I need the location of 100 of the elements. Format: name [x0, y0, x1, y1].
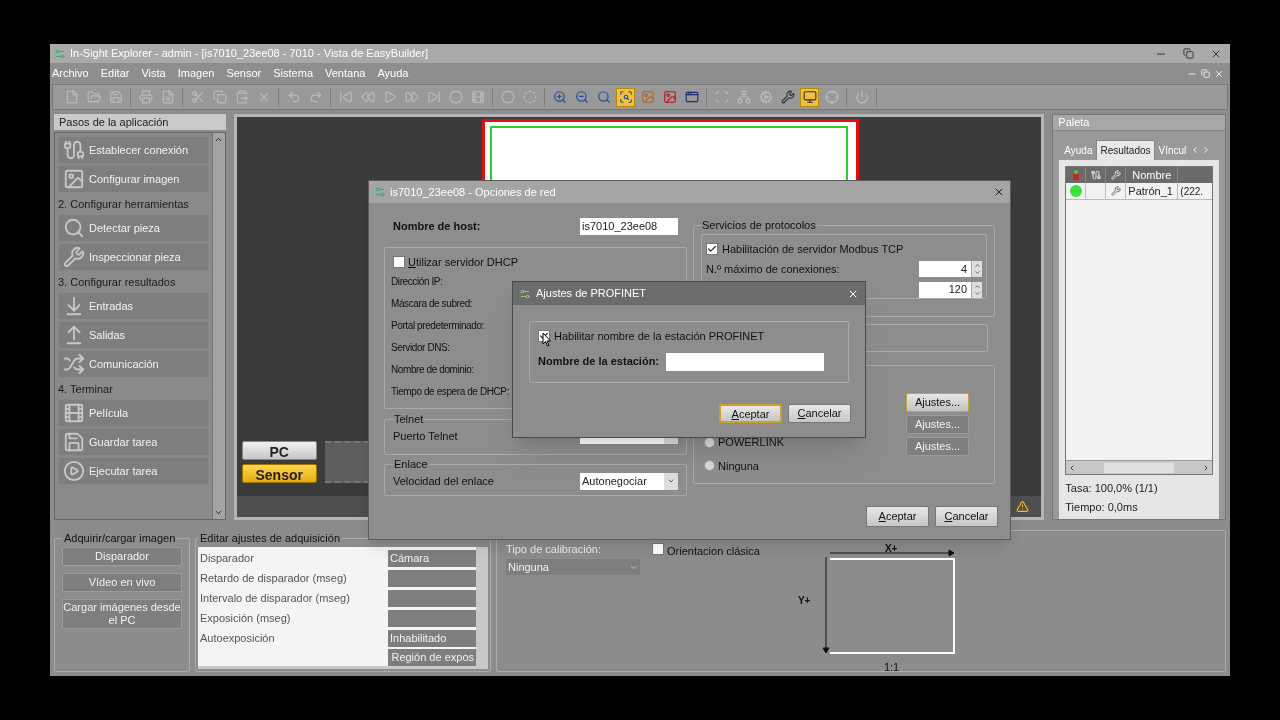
circle-icon [500, 90, 515, 104]
menu-item[interactable]: Editar [100, 65, 130, 82]
monitor-icon [802, 90, 817, 104]
property-field[interactable]: Inhabilitado [388, 630, 476, 647]
rate-text: Tasa: 100,0% (1/1) [1065, 481, 1159, 496]
play-icon [63, 460, 85, 482]
group-title: Enlace [393, 457, 429, 472]
scan-icon [714, 90, 729, 104]
group-title: Adquirir/cargar imagen [63, 531, 177, 546]
dialog-button[interactable]: Aceptar [866, 506, 929, 527]
section-heading: 2. Configurar herramientas [58, 197, 190, 211]
tab[interactable]: Víncul [1155, 140, 1190, 160]
redo-icon [308, 90, 323, 104]
acquire-button[interactable]: Vídeo en vivo [62, 572, 182, 592]
region-button[interactable]: Región de expos [388, 648, 476, 666]
tab[interactable]: Resultados [1096, 140, 1155, 160]
scrollbar[interactable] [211, 133, 225, 519]
rewind-icon [360, 90, 375, 104]
acquire-button[interactable]: Cargar imágenes desde el PC [62, 598, 182, 629]
paste-icon [234, 90, 249, 104]
group-title: Telnet [393, 412, 425, 427]
link-speed-dropdown[interactable]: Autonegociar [580, 472, 678, 490]
undo-icon [286, 90, 301, 104]
window-title: In-Sight Explorer - admin - [is7010_23ee08 - 7010 - Vista de EasyBuilder] [70, 46, 429, 62]
scroll-up-icon[interactable] [214, 135, 224, 144]
scrollbar[interactable] [198, 665, 476, 669]
scroll-right-icon[interactable] [1202, 463, 1210, 472]
menu-item[interactable]: Ventana [325, 65, 366, 82]
dialog-button[interactable]: Cancelar [788, 404, 851, 423]
menu-item[interactable]: Vista [141, 65, 166, 82]
cut-icon [190, 90, 205, 104]
menu-item[interactable]: Imagen [177, 65, 215, 82]
tools-icon [780, 90, 795, 104]
source-button[interactable]: PC [241, 441, 317, 460]
number-spinner[interactable]: 120 [919, 281, 982, 298]
power-icon [854, 90, 869, 104]
zoom-fit-icon [618, 90, 633, 104]
table-cell-text: (222. [1179, 184, 1205, 199]
tools-icon [63, 246, 85, 268]
checkbox[interactable] [706, 242, 718, 255]
spin-arrows-icon[interactable] [971, 281, 982, 298]
dialog-title: Ajustes de PROFINET [536, 286, 647, 302]
property-label: Retardo de disparador (mseg) [199, 571, 348, 587]
panel-header: Paleta [1053, 115, 1225, 131]
radio-button[interactable] [704, 460, 715, 472]
zoom-icon [596, 90, 611, 104]
connections-spinner[interactable]: 4 [919, 261, 982, 278]
tab[interactable]: Ayuda [1061, 140, 1096, 160]
property-field[interactable] [388, 570, 476, 587]
station-name-field[interactable] [666, 352, 824, 371]
settings-button[interactable]: Ajustes... [906, 393, 969, 412]
zoom-in-icon [552, 90, 567, 104]
printer-icon [138, 90, 153, 104]
restore-icon[interactable] [1183, 48, 1194, 59]
source-button[interactable]: Sensor [241, 464, 317, 483]
target-icon [824, 90, 839, 104]
field-label: Nombre de dominio: [391, 362, 474, 377]
menu-item[interactable]: Sistema [273, 65, 313, 82]
close-icon[interactable] [993, 186, 1005, 198]
acquire-button[interactable]: Disparador [62, 546, 182, 566]
checkbox[interactable] [393, 256, 405, 268]
toolbar-button[interactable] [800, 87, 819, 107]
field-label: Portal predeterminado: [391, 318, 484, 333]
scroll-down-icon[interactable] [214, 508, 224, 517]
property-label: Intervalo de disparador (mseg) [199, 591, 351, 607]
menu-item[interactable]: Sensor [226, 65, 262, 82]
skip-forward-icon [426, 90, 441, 104]
property-field[interactable]: Cámara [388, 550, 476, 567]
save-icon [63, 431, 85, 453]
dialog-icon [374, 186, 386, 198]
host-field[interactable]: is7010_23ee08 [580, 217, 678, 235]
spin-arrows-icon[interactable] [971, 261, 982, 278]
scrollbar[interactable] [476, 546, 488, 669]
magnifier-icon [63, 217, 85, 239]
property-field[interactable] [388, 610, 476, 627]
field-label: Tipo de calibración: [506, 543, 602, 555]
menu-item[interactable]: Ayuda [377, 65, 409, 82]
pointer-icon [542, 332, 552, 347]
film-icon [470, 90, 485, 104]
dialog-button[interactable]: Aceptar [719, 404, 782, 423]
field-label: Puerto Telnet [393, 428, 459, 444]
dialog-button[interactable]: Cancelar [935, 506, 998, 527]
zoom-out-icon [574, 90, 589, 104]
axis-label: Y+ [797, 594, 811, 608]
restore-icon[interactable] [1201, 69, 1210, 78]
dialog-icon [519, 287, 531, 300]
file-icon [64, 90, 79, 104]
toolbar-button[interactable] [616, 87, 635, 107]
group-title: Editar ajustes de adquisición [199, 531, 342, 546]
field-label: Máscara de subred: [391, 296, 473, 311]
property-label: Disparador [199, 551, 255, 567]
dropdown[interactable]: Ninguna [506, 559, 640, 575]
scrollbar[interactable] [1066, 460, 1212, 474]
gear-icon [758, 90, 773, 104]
warning-icon [1016, 500, 1030, 513]
menu-item[interactable]: Archivo [52, 65, 89, 82]
radio-label: POWERLINK [718, 435, 784, 450]
checkbox[interactable] [652, 543, 664, 555]
property-field[interactable] [388, 590, 476, 607]
folder-icon [86, 90, 101, 104]
